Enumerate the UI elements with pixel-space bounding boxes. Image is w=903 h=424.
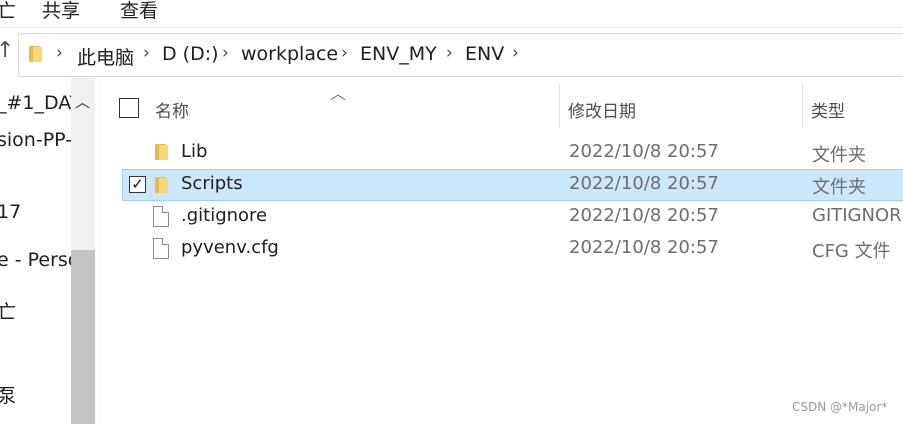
column-type[interactable]: 类型 xyxy=(811,97,845,122)
column-divider[interactable] xyxy=(559,84,560,128)
nav-item[interactable]: e - Perso xyxy=(0,249,79,271)
breadcrumb-workplace[interactable]: workplace xyxy=(241,43,338,65)
file-icon xyxy=(153,206,169,227)
chevron-right-icon[interactable]: › xyxy=(341,43,348,63)
column-header: ︿ 名称 修改日期 类型 xyxy=(101,84,903,128)
chevron-right-icon[interactable]: › xyxy=(512,43,519,63)
file-name: Scripts xyxy=(181,173,243,194)
file-date: 2022/10/8 20:57 xyxy=(569,173,719,194)
breadcrumb-d-drive[interactable]: D (D:) xyxy=(162,43,219,65)
breadcrumb-env-my[interactable]: ENV_MY xyxy=(360,43,437,65)
select-all-checkbox[interactable] xyxy=(119,98,139,118)
nav-item[interactable]: _#1_DAT xyxy=(0,92,81,114)
file-name: Lib xyxy=(181,141,208,162)
file-type: GITIGNORE xyxy=(812,205,903,226)
file-type: 文件夹 xyxy=(812,177,866,198)
navigation-pane: _#1_DAT sion-PP- 17 e - Perso 亡 泵 ︿ xyxy=(0,78,95,424)
ribbon-tabs: 亡 共享 查看 xyxy=(0,0,903,28)
ribbon-divider xyxy=(0,27,903,28)
nav-item[interactable]: 泵 xyxy=(0,381,16,408)
file-date: 2022/10/8 20:57 xyxy=(569,205,719,226)
column-name[interactable]: 名称 xyxy=(155,97,189,122)
file-date: 2022/10/8 20:57 xyxy=(569,237,719,258)
file-row-scripts[interactable]: ✓ Scripts 2022/10/8 20:57 文件夹 xyxy=(122,169,903,201)
address-bar[interactable]: › 此电脑 › D (D:) › workplace › ENV_MY › EN… xyxy=(18,33,903,77)
file-type: 文件夹 xyxy=(812,145,866,166)
chevron-right-icon[interactable]: › xyxy=(222,43,229,63)
row-checkbox-checked[interactable]: ✓ xyxy=(129,176,146,193)
ribbon-tab-partial[interactable]: 亡 xyxy=(0,0,16,23)
file-name: .gitignore xyxy=(181,205,268,226)
file-type: CFG 文件 xyxy=(812,241,891,262)
tab-share[interactable]: 共享 xyxy=(42,0,80,23)
pane-divider xyxy=(100,78,101,424)
up-arrow-icon[interactable]: ↑ xyxy=(0,38,14,63)
breadcrumb-env[interactable]: ENV xyxy=(465,43,504,65)
breadcrumb-this-pc[interactable]: 此电脑 xyxy=(77,43,134,70)
file-row-gitignore[interactable]: .gitignore 2022/10/8 20:57 GITIGNORE xyxy=(122,201,903,233)
sort-ascending-icon: ︿ xyxy=(330,84,347,103)
tab-view[interactable]: 查看 xyxy=(120,0,158,23)
chevron-right-icon[interactable]: › xyxy=(143,43,150,63)
nav-item[interactable]: sion-PP- xyxy=(0,129,72,151)
file-name: pyvenv.cfg xyxy=(181,237,279,258)
column-divider[interactable] xyxy=(802,84,803,128)
file-date: 2022/10/8 20:57 xyxy=(569,141,719,162)
file-icon xyxy=(153,238,169,259)
file-row-pyvenv[interactable]: pyvenv.cfg 2022/10/8 20:57 CFG 文件 xyxy=(122,233,903,265)
watermark: CSDN @*Major* xyxy=(792,400,888,414)
scroll-up-icon[interactable]: ︿ xyxy=(75,91,90,112)
chevron-right-icon[interactable]: › xyxy=(56,43,63,63)
column-date-modified[interactable]: 修改日期 xyxy=(568,97,636,122)
file-row-lib[interactable]: Lib 2022/10/8 20:57 文件夹 xyxy=(122,137,903,169)
nav-item[interactable]: 17 xyxy=(0,201,21,223)
chevron-right-icon[interactable]: › xyxy=(446,43,453,63)
nav-item[interactable]: 亡 xyxy=(0,297,16,324)
nav-scrollbar-thumb[interactable] xyxy=(71,250,95,424)
